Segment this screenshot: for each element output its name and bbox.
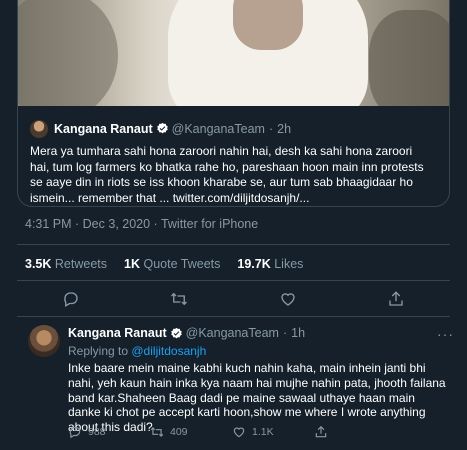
stat-count: 3.5K <box>25 257 52 271</box>
reply-button[interactable] <box>62 290 80 308</box>
reply-icon <box>64 292 78 307</box>
avatar[interactable] <box>28 325 60 357</box>
retweet-icon <box>171 292 188 306</box>
like-icon <box>233 427 245 438</box>
stat-label: Quote Tweets <box>143 257 221 271</box>
author-handle[interactable]: @KanganaTeam <box>186 326 279 340</box>
quoted-tweet-card[interactable]: Kangana Ranaut @KanganaTeam · 2h Mera ya… <box>17 0 450 207</box>
share-button[interactable] <box>387 290 405 308</box>
tweet-time[interactable]: 1h <box>291 326 305 340</box>
share-icon <box>315 425 327 438</box>
like-icon <box>280 293 295 306</box>
stat-likes[interactable]: 19.7K Likes <box>237 257 303 271</box>
tweet-time[interactable]: 2h <box>277 122 291 136</box>
tweet-action-bar <box>17 284 450 314</box>
like-button[interactable]: 1.1K <box>232 425 314 439</box>
replying-to-link[interactable]: @diljitdosanjh <box>131 344 206 358</box>
more-options-button[interactable]: ··· <box>437 326 454 342</box>
stat-retweets[interactable]: 3.5K Retweets <box>25 257 107 271</box>
quoted-tweet-header: Kangana Ranaut @KanganaTeam · 2h <box>18 106 449 138</box>
stat-label: Likes <box>274 257 304 271</box>
reply-tweet-header: Kangana Ranaut @KanganaTeam · 1h <box>68 326 305 340</box>
quoted-tweet-text: Mera ya tumhara sahi hona zaroori nahin … <box>30 144 424 205</box>
divider <box>17 316 450 317</box>
author-name[interactable]: Kangana Ranaut <box>68 326 167 340</box>
stat-label: Retweets <box>54 257 107 271</box>
reply-button[interactable]: 988 <box>68 425 150 439</box>
retweet-button[interactable] <box>170 290 188 308</box>
quoted-tweet-photo[interactable] <box>18 0 449 106</box>
reply-icon <box>69 426 81 439</box>
share-icon <box>389 291 403 306</box>
retweet-count: 409 <box>170 426 188 438</box>
separator: · <box>282 326 288 340</box>
like-count: 1.1K <box>252 426 274 438</box>
like-button[interactable] <box>279 290 297 308</box>
author-handle[interactable]: @KanganaTeam <box>172 122 265 136</box>
separator: · <box>268 121 274 136</box>
reply-count: 988 <box>88 426 106 438</box>
tweet-detail-view: Kangana Ranaut @KanganaTeam · 2h Mera ya… <box>0 0 467 450</box>
divider <box>17 280 450 281</box>
stat-count: 1K <box>124 257 140 271</box>
share-button[interactable] <box>314 425 396 439</box>
replying-to: Replying to @diljitdosanjh <box>68 344 206 358</box>
retweet-button[interactable]: 409 <box>150 425 232 439</box>
divider <box>17 244 450 245</box>
verified-badge-icon <box>156 122 169 135</box>
verified-badge-icon <box>170 327 183 340</box>
tweet-timestamp[interactable]: 4:31 PM · Dec 3, 2020 · Twitter for iPho… <box>25 217 258 231</box>
stat-count: 19.7K <box>237 257 271 271</box>
author-name[interactable]: Kangana Ranaut <box>54 122 153 136</box>
stat-quote-tweets[interactable]: 1K Quote Tweets <box>124 257 220 271</box>
avatar[interactable] <box>30 119 48 138</box>
tweet-stats: 3.5K Retweets 1K Quote Tweets 19.7K Like… <box>25 257 320 271</box>
replying-prefix: Replying to <box>68 344 132 358</box>
retweet-icon <box>150 427 164 437</box>
reply-action-bar: 988 409 1.1K <box>68 424 398 440</box>
